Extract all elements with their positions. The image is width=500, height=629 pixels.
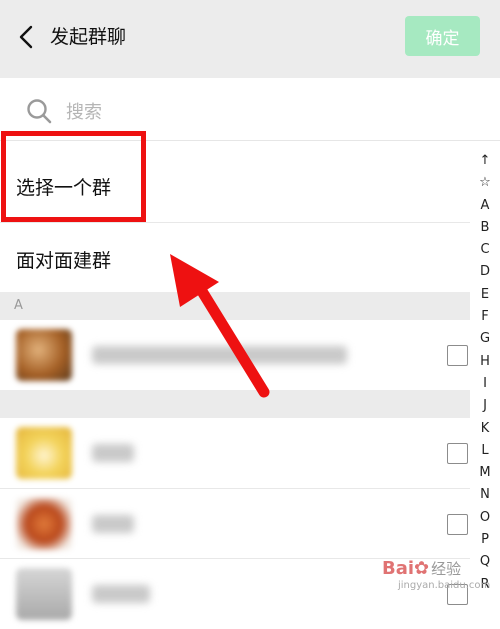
watermark-text: 经验: [431, 559, 462, 578]
paw-icon: ✿: [414, 557, 430, 579]
annotation-arrow: [170, 254, 270, 398]
watermark-url: jingyan.baidu.com: [398, 580, 491, 591]
watermark-logo: Bai: [382, 557, 415, 579]
